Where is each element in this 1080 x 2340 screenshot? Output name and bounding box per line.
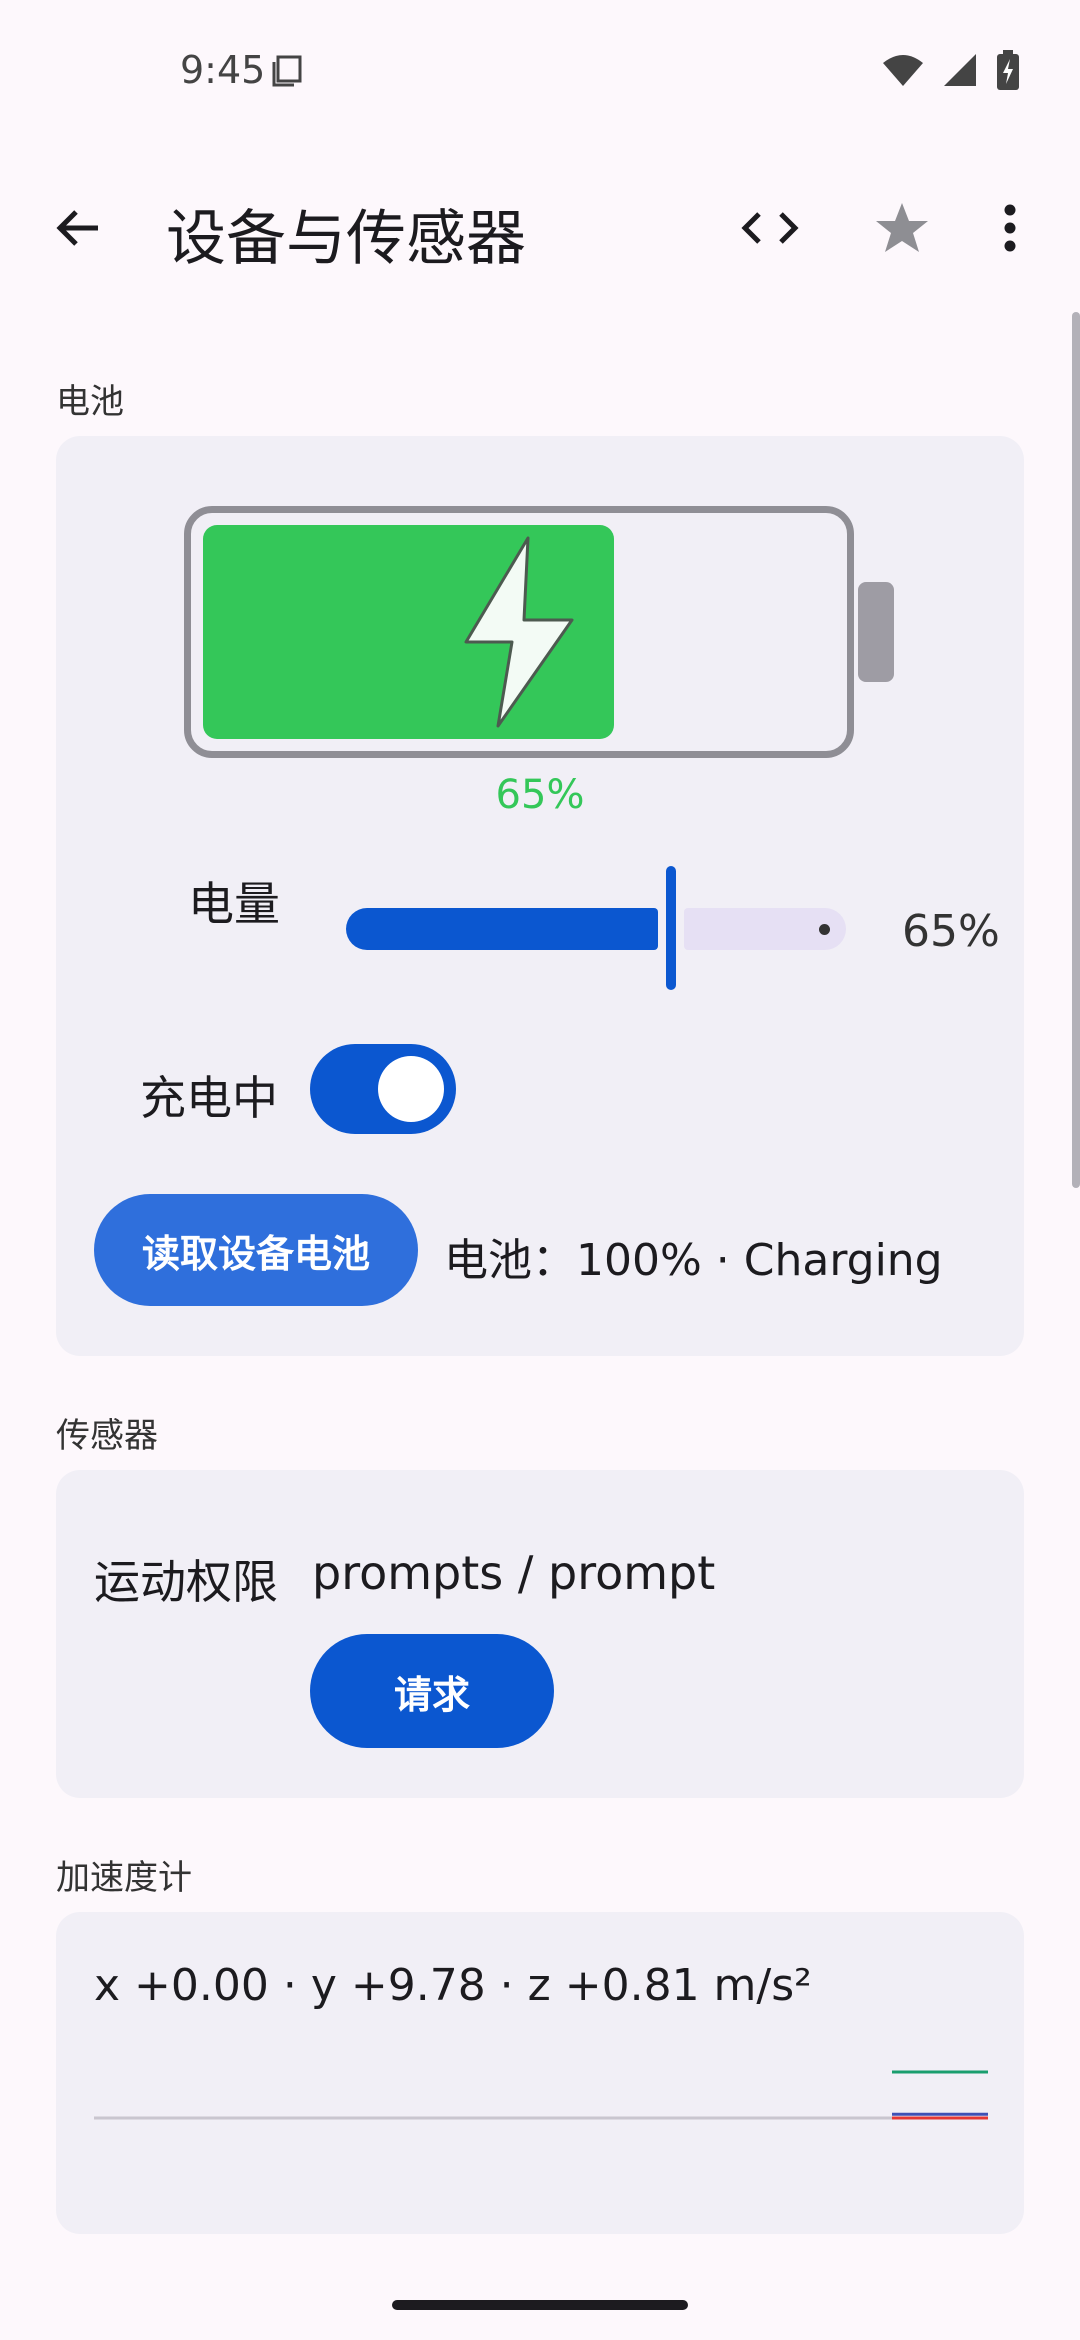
- page-title: 设备与传感器: [166, 204, 526, 274]
- home-indicator[interactable]: [392, 2300, 688, 2310]
- slider-active-track: [346, 908, 658, 950]
- more-options-button[interactable]: [980, 188, 1040, 268]
- more-vert-icon: [1004, 204, 1016, 252]
- status-bar: 9:45: [0, 0, 1080, 140]
- accelerometer-readout: x +0.00 · y +9.78 · z +0.81 m/s²: [94, 1960, 812, 2011]
- charging-toggle[interactable]: [310, 1044, 456, 1134]
- view-source-button[interactable]: [730, 188, 810, 268]
- battery-level-value: 65%: [902, 906, 1000, 957]
- motion-permission-label: 运动权限: [94, 1555, 278, 1609]
- favorite-button[interactable]: [862, 188, 942, 268]
- screen-record-icon: [272, 55, 302, 87]
- status-icons: [882, 50, 1020, 90]
- battery-charging-icon: [997, 50, 1019, 90]
- battery-level-slider[interactable]: [346, 866, 846, 990]
- sensors-section-header: 传感器: [56, 1416, 158, 1456]
- back-arrow-icon: [56, 210, 98, 246]
- battery-tip: [858, 582, 894, 682]
- back-button[interactable]: [40, 190, 116, 266]
- toggle-knob: [378, 1056, 444, 1122]
- sensors-card: [56, 1470, 1024, 1798]
- request-permission-button[interactable]: 请求: [310, 1634, 554, 1748]
- battery-status-text: 电池：100% · Charging: [444, 1235, 943, 1286]
- star-icon: [876, 203, 928, 252]
- signal-icon: [944, 54, 976, 86]
- code-icon: [741, 212, 799, 244]
- app-bar: 设备与传感器: [0, 170, 1080, 280]
- motion-permission-value: prompts / prompt: [312, 1546, 716, 1600]
- accelerometer-section-header: 加速度计: [56, 1858, 192, 1898]
- read-device-battery-button[interactable]: 读取设备电池: [94, 1194, 418, 1306]
- wifi-icon: [883, 55, 923, 86]
- lightning-bolt-icon: [464, 536, 574, 728]
- status-time: 9:45: [180, 48, 266, 92]
- slider-handle[interactable]: [666, 866, 676, 990]
- accelerometer-chart: [94, 2070, 988, 2120]
- scrollbar[interactable]: [1072, 312, 1080, 1188]
- slider-stop-indicator: [819, 924, 830, 935]
- battery-percent-label: 65%: [495, 772, 585, 818]
- battery-level-label: 电量: [188, 877, 280, 931]
- charging-label: 充电中: [140, 1071, 278, 1125]
- battery-section-header: 电池: [56, 382, 124, 422]
